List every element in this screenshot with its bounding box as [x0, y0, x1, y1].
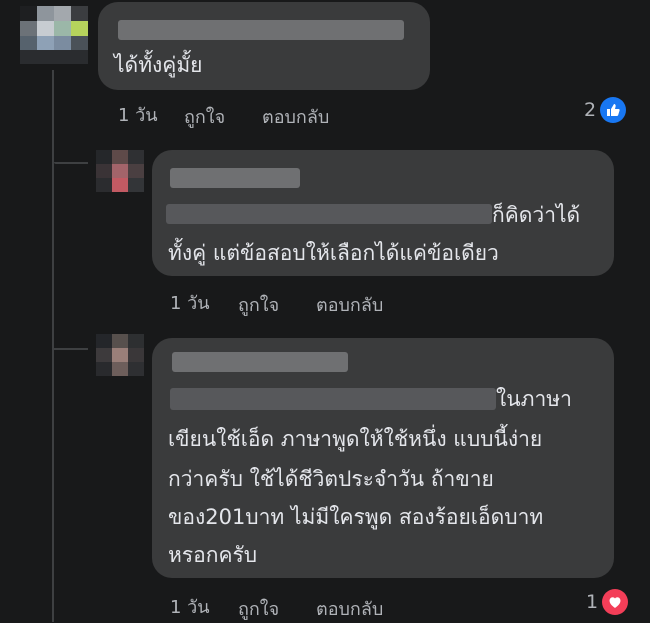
comment-actions: 1 วัน ถูกใจ ตอบกลับ — [118, 100, 418, 129]
like-button[interactable]: ถูกใจ — [238, 290, 279, 319]
love-icon — [602, 589, 629, 615]
avatar[interactable] — [20, 6, 88, 64]
avatar[interactable] — [96, 150, 144, 192]
reaction-count: 1 — [586, 591, 599, 613]
comment-actions: 1 วัน ถูกใจ ตอบกลับ — [170, 288, 470, 317]
like-button[interactable]: ถูกใจ — [238, 594, 279, 623]
comment-bubble: ในภาษา เขียนใช้เอ็ด ภาษาพูดให้ใช้หนึ่ง แ… — [152, 338, 614, 578]
thread-branch — [54, 162, 88, 164]
comment-actions: 1 วัน ถูกใจ ตอบกลับ — [170, 592, 470, 621]
comment-text: เขียนใช้เอ็ด ภาษาพูดให้ใช้หนึ่ง แบบนี้ง่… — [168, 427, 543, 451]
comment-bubble: ก็คิดว่าได้ ทั้งคู่ แต่ข้อสอบให้เลือกได้… — [152, 150, 614, 276]
comment-text: หรอกครับ — [168, 543, 258, 567]
avatar[interactable] — [96, 334, 144, 376]
reply-button[interactable]: ตอบกลับ — [316, 290, 383, 319]
like-button[interactable]: ถูกใจ — [184, 102, 225, 131]
like-icon — [600, 97, 627, 123]
thread-line — [52, 70, 54, 622]
comment-text: ทั้งคู่ แต่ข้อสอบให้เลือกได้แค่ข้อเดียว — [168, 241, 499, 265]
reaction-count: 2 — [584, 99, 597, 121]
author-name-redacted[interactable] — [172, 352, 348, 372]
reply-button[interactable]: ตอบกลับ — [316, 594, 383, 623]
timestamp[interactable]: 1 วัน — [118, 100, 158, 129]
reaction-summary[interactable]: 1 — [586, 589, 629, 615]
redacted-text — [166, 204, 492, 224]
reaction-summary[interactable]: 2 — [584, 97, 627, 123]
comment-bubble: ได้ทั้งคู่มั้ย — [98, 2, 430, 90]
comment-text: ได้ทั้งคู่มั้ย — [114, 53, 203, 77]
redacted-text — [170, 388, 496, 410]
comment-text: กว่าครับ ใช้ได้ชีวิตประจำวัน ถ้าขาย — [168, 467, 494, 491]
timestamp[interactable]: 1 วัน — [170, 592, 210, 621]
author-name-redacted[interactable] — [118, 20, 404, 40]
thread-branch — [54, 348, 88, 350]
comment-text: ของ201บาท ไม่มีใครพูด สองร้อยเอ็ดบาท — [168, 505, 544, 529]
comment-text: ก็คิดว่าได้ — [492, 203, 581, 227]
timestamp[interactable]: 1 วัน — [170, 288, 210, 317]
comment-text: ในภาษา — [496, 387, 572, 411]
author-name-redacted[interactable] — [170, 168, 300, 188]
reply-button[interactable]: ตอบกลับ — [262, 102, 329, 131]
